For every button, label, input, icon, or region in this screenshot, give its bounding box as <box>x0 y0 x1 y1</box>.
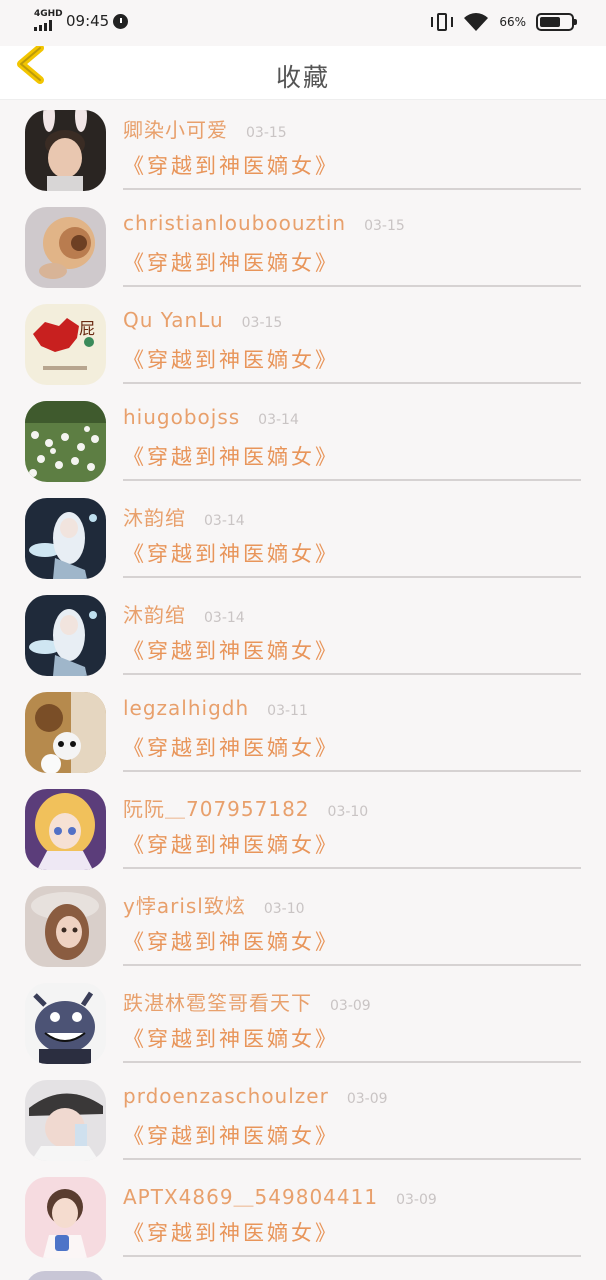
list-item[interactable]: y悖arisl致炫 03-10 《穿越到神医嫡女》 <box>0 876 606 973</box>
list-item[interactable]: 屁 Qu YanLu 03-15 《穿越到神医嫡女》 <box>0 294 606 391</box>
cellular-signal-icon: 4GHD <box>34 9 63 32</box>
collect-date: 03-14 <box>204 513 245 529</box>
collect-date: 03-14 <box>258 412 299 428</box>
user-name[interactable]: prdoenzaschoulzer <box>123 1084 329 1108</box>
avatar[interactable] <box>25 207 106 288</box>
collect-date: 03-09 <box>330 998 371 1014</box>
list-item[interactable]: 跌湛林雹筌哥看天下 03-09 《穿越到神医嫡女》 <box>0 973 606 1070</box>
battery-percent: 66% <box>499 15 526 29</box>
avatar <box>25 1271 106 1280</box>
item-info: 卿染小可爱 03-15 《穿越到神医嫡女》 <box>123 100 581 190</box>
user-name[interactable]: y悖arisl致炫 <box>123 890 246 919</box>
user-name[interactable]: 阮阮＿707957182 <box>123 793 310 822</box>
book-title[interactable]: 《穿越到神医嫡女》 <box>123 926 339 956</box>
status-time: 09:45 <box>66 12 110 30</box>
avatar[interactable] <box>25 983 106 1064</box>
collect-date: 03-15 <box>246 125 287 141</box>
collect-date: 03-11 <box>267 703 308 719</box>
book-title[interactable]: 《穿越到神医嫡女》 <box>123 247 339 277</box>
book-title[interactable]: 《穿越到神医嫡女》 <box>123 538 339 568</box>
book-title[interactable]: 《穿越到神医嫡女》 <box>123 1217 339 1247</box>
user-name[interactable]: 沐韵绾 <box>123 599 186 628</box>
item-info: 沐韵绾 03-14 《穿越到神医嫡女》 <box>123 488 581 578</box>
book-title[interactable]: 《穿越到神医嫡女》 <box>123 441 339 471</box>
book-title[interactable]: 《穿越到神医嫡女》 <box>123 732 339 762</box>
item-info: Qu YanLu 03-15 《穿越到神医嫡女》 <box>123 294 581 384</box>
collect-date: 03-14 <box>204 610 245 626</box>
page-title: 收藏 <box>275 63 330 92</box>
user-name[interactable]: christianlouboouztin <box>123 211 346 235</box>
alarm-icon <box>113 13 129 29</box>
avatar[interactable] <box>25 595 106 676</box>
item-info: y悖arisl致炫 03-10 《穿越到神医嫡女》 <box>123 876 581 966</box>
network-type: 4GHD <box>34 9 63 19</box>
user-name[interactable]: Qu YanLu <box>123 308 224 332</box>
status-bar: 4GHD 09:45 66% <box>0 0 606 46</box>
user-name[interactable]: APTX4869＿549804411 <box>123 1181 378 1210</box>
list-item[interactable]: APTX4869＿549804411 03-09 《穿越到神医嫡女》 <box>0 1167 606 1264</box>
user-name[interactable]: 沐韵绾 <box>123 502 186 531</box>
user-name[interactable]: legzalhigdh <box>123 696 249 720</box>
collect-date: 03-09 <box>346 1091 388 1107</box>
avatar[interactable] <box>25 789 106 870</box>
avatar[interactable] <box>25 692 106 773</box>
battery-icon <box>536 13 577 31</box>
list-item[interactable]: 沐韵绾 03-14 《穿越到神医嫡女》 <box>0 585 606 682</box>
list-item[interactable]: hiugobojss 03-14 《穿越到神医嫡女》 <box>0 391 606 488</box>
collect-date: 03-10 <box>263 901 305 917</box>
collect-date: 03-15 <box>364 218 405 234</box>
item-info: hiugobojss 03-14 《穿越到神医嫡女》 <box>123 391 581 481</box>
book-title[interactable]: 《穿越到神医嫡女》 <box>123 1023 339 1053</box>
favorites-list: 卿染小可爱 03-15 《穿越到神医嫡女》 christianlouboouztin 0… <box>0 100 606 1264</box>
user-name[interactable]: 卿染小可爱 <box>123 114 228 143</box>
list-item[interactable]: 阮阮＿707957182 03-10 《穿越到神医嫡女》 <box>0 779 606 876</box>
vibrate-icon <box>431 12 454 32</box>
list-item[interactable]: legzalhigdh 03-11 《穿越到神医嫡女》 <box>0 682 606 779</box>
collect-date: 03-09 <box>396 1192 437 1208</box>
list-item[interactable]: christianlouboouztin 03-15 《穿越到神医嫡女》 <box>0 197 606 294</box>
list-item[interactable]: 沐韵绾 03-14 《穿越到神医嫡女》 <box>0 488 606 585</box>
avatar[interactable] <box>25 1177 106 1258</box>
item-info: 跌湛林雹筌哥看天下 03-09 《穿越到神医嫡女》 <box>123 973 581 1063</box>
top-bar: 收藏 <box>0 44 606 100</box>
book-title[interactable]: 《穿越到神医嫡女》 <box>123 150 339 180</box>
list-item[interactable]: prdoenzaschoulzer 03-09 《穿越到神医嫡女》 <box>0 1070 606 1167</box>
avatar[interactable] <box>25 110 106 191</box>
svg-text:屁: 屁 <box>79 319 95 338</box>
avatar[interactable]: 屁 <box>25 304 106 385</box>
item-info: christianlouboouztin 03-15 《穿越到神医嫡女》 <box>123 197 581 287</box>
collect-date: 03-10 <box>327 804 369 820</box>
user-name[interactable]: hiugobojss <box>123 405 240 429</box>
book-title[interactable]: 《穿越到神医嫡女》 <box>123 1120 339 1150</box>
item-info: 沐韵绾 03-14 《穿越到神医嫡女》 <box>123 585 581 675</box>
avatar[interactable] <box>25 498 106 579</box>
avatar[interactable] <box>25 1080 106 1161</box>
avatar[interactable] <box>25 401 106 482</box>
user-name[interactable]: 跌湛林雹筌哥看天下 <box>123 987 312 1016</box>
list-item[interactable]: 卿染小可爱 03-15 《穿越到神医嫡女》 <box>0 100 606 197</box>
collect-date: 03-15 <box>241 315 283 331</box>
item-info: 阮阮＿707957182 03-10 《穿越到神医嫡女》 <box>123 779 581 869</box>
book-title[interactable]: 《穿越到神医嫡女》 <box>123 635 339 665</box>
item-info: APTX4869＿549804411 03-09 《穿越到神医嫡女》 <box>123 1167 581 1257</box>
item-info: legzalhigdh 03-11 《穿越到神医嫡女》 <box>123 682 581 772</box>
book-title[interactable]: 《穿越到神医嫡女》 <box>123 829 339 859</box>
avatar[interactable] <box>25 886 106 967</box>
item-info: prdoenzaschoulzer 03-09 《穿越到神医嫡女》 <box>123 1070 581 1160</box>
book-title[interactable]: 《穿越到神医嫡女》 <box>123 344 339 374</box>
wifi-icon <box>464 13 489 31</box>
